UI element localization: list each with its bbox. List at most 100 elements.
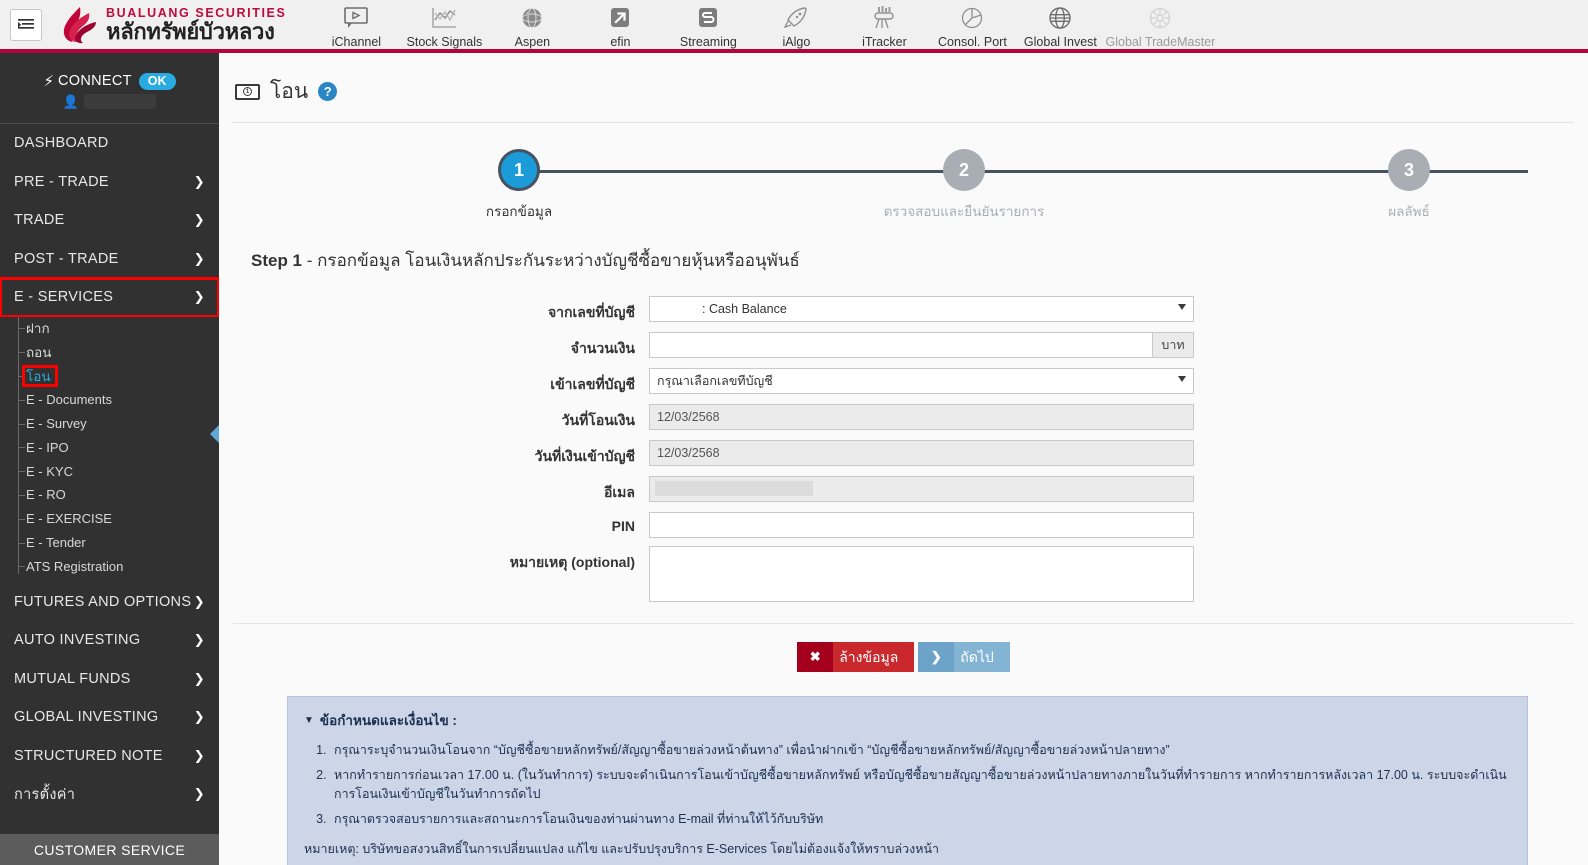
app-efin[interactable]: efin (576, 1, 664, 49)
header-divider (233, 122, 1574, 123)
hamburger-icon (18, 18, 34, 32)
app-label: Streaming (679, 34, 737, 49)
stepper-step-2[interactable]: 2 ตรวจสอบและยืนยันรายการ (884, 149, 1044, 222)
sidebar-item-futures-and-options[interactable]: FUTURES AND OPTIONS ❯ (0, 582, 219, 621)
stepper-step-3[interactable]: 3 ผลลัพธ์ (1359, 149, 1459, 222)
app-consol-port[interactable]: Consol. Port (928, 1, 1016, 49)
from-account-select[interactable]: : Cash Balance (649, 296, 1194, 322)
app-stock-signals[interactable]: Stock Signals (400, 1, 488, 49)
progress-stepper: 1 กรอกข้อมูล 2 ตรวจสอบและยืนยันรายการ 3 … (279, 149, 1528, 225)
sidebar-item-post-trade[interactable]: POST - TRADE ❯ (0, 240, 219, 279)
next-button[interactable]: ❯ ถัดไป (918, 642, 1010, 672)
email-redacted-bar (655, 481, 813, 496)
sidebar-item-dashboard[interactable]: DASHBOARD (0, 124, 219, 163)
menu-toggle-button[interactable] (10, 8, 42, 41)
field-label: PIN (611, 518, 635, 534)
form-heading: Step 1 - กรอกข้อมูล โอนเงินหลักประกันระห… (251, 247, 1588, 274)
app-ichannel[interactable]: iChannel (312, 1, 400, 49)
sidebar-subitem-withdraw[interactable]: ถอน (0, 340, 219, 364)
note-textarea[interactable] (649, 546, 1194, 602)
sidebar-subitem-ats-registration[interactable]: ATS Registration (0, 554, 219, 578)
close-x-icon: ✖ (797, 642, 834, 672)
field-label: วันที่เงินเข้าบัญชี (534, 448, 635, 464)
pin-input[interactable] (649, 512, 1194, 538)
sidebar-subitem-deposit[interactable]: ฝาก (0, 317, 219, 341)
bolt-icon: ⚡ (43, 72, 54, 90)
chevron-right-icon: ❯ (193, 593, 205, 609)
stepper-number: 3 (1388, 149, 1430, 191)
active-page-pointer-icon (210, 425, 219, 443)
sidebar-item-auto-investing[interactable]: AUTO INVESTING ❯ (0, 621, 219, 660)
arrow-box-icon (607, 3, 633, 33)
form-row-email: อีเมล (219, 476, 1588, 504)
app-global-trademaster[interactable]: Global TradeMaster (1104, 1, 1216, 49)
app-label: efin (610, 34, 631, 49)
sidebar-subitem-e-tender[interactable]: E - Tender (0, 531, 219, 555)
sidebar: ⚡ CONNECT OK 👤 DASHBOARD PRE - TRADE ❯ T… (0, 53, 219, 865)
sidebar-subitem-label: E - Documents (26, 392, 112, 408)
app-label: Consol. Port (938, 34, 1007, 49)
app-label: Global Invest (1023, 34, 1097, 49)
sidebar-subitem-label: โอน (26, 368, 51, 384)
app-itracker[interactable]: iTracker (840, 1, 928, 49)
field-label: เข้าเลขที่บัญชี (550, 376, 635, 392)
sidebar-item-mutual-funds[interactable]: MUTUAL FUNDS ❯ (0, 659, 219, 698)
sidebar-item-label: AUTO INVESTING (14, 632, 141, 649)
sidebar-item-label: DASHBOARD (14, 135, 109, 152)
app-aspen[interactable]: Aspen (488, 1, 576, 49)
sidebar-item-e-services[interactable]: E - SERVICES ❯ (0, 277, 219, 318)
sidebar-subitem-e-kyc[interactable]: E - KYC (0, 459, 219, 483)
sidebar-subitem-transfer[interactable]: โอน (0, 364, 219, 388)
sidebar-item-pre-trade[interactable]: PRE - TRADE ❯ (0, 163, 219, 202)
sidebar-subitem-label: E - EXERCISE (26, 511, 112, 527)
to-account-select[interactable]: กรุณาเลือกเลขที่บัญชี (649, 368, 1194, 394)
line-chart-icon (430, 3, 458, 33)
amount-input[interactable] (649, 332, 1152, 358)
sidebar-subitem-e-ipo[interactable]: E - IPO (0, 435, 219, 459)
form-row-to-account: เข้าเลขที่บัญชี กรุณาเลือกเลขที่บัญชี (219, 368, 1588, 396)
stepper-number: 2 (943, 149, 985, 191)
clear-button[interactable]: ✖ ล้างข้อมูล (797, 642, 915, 672)
form-row-transfer-date: วันที่โอนเงิน (219, 404, 1588, 432)
stepper-step-1[interactable]: 1 กรอกข้อมูล (469, 149, 569, 222)
brand-logo[interactable]: BUALUANG SECURITIES หลักทรัพย์บัวหลวง (56, 5, 286, 45)
sidebar-subitem-e-documents[interactable]: E - Documents (0, 388, 219, 412)
user-row: 👤 (62, 93, 157, 110)
sidebar-item-trade[interactable]: TRADE ❯ (0, 201, 219, 240)
globe-grid-icon (1047, 3, 1073, 33)
terms-toggle[interactable]: ▼ ข้อกำหนดและเงื่อนไข : (304, 709, 1511, 731)
sidebar-subitem-e-survey[interactable]: E - Survey (0, 412, 219, 436)
sidebar-subitem-label: E - IPO (26, 439, 69, 455)
app-global-invest[interactable]: Global Invest (1016, 1, 1104, 49)
sidebar-item-settings[interactable]: การตั้งค่า ❯ (0, 775, 219, 814)
sidebar-item-label: POST - TRADE (14, 250, 119, 267)
chevron-right-icon: ❯ (193, 786, 205, 802)
video-screen-icon (343, 3, 369, 33)
bualuang-lotus-icon (56, 5, 98, 45)
sidebar-item-structured-note[interactable]: STRUCTURED NOTE ❯ (0, 736, 219, 775)
user-icon: 👤 (62, 93, 80, 109)
customer-service-label: CUSTOMER SERVICE (33, 841, 186, 858)
chevron-right-icon: ❯ (193, 709, 205, 725)
form-row-from-account: จากเลขที่บัญชี : Cash Balance (219, 296, 1588, 324)
chevron-right-icon: ❯ (193, 250, 205, 266)
clear-button-label: ล้างข้อมูล (839, 649, 899, 665)
customer-service-button[interactable]: CUSTOMER SERVICE (0, 834, 219, 865)
terms-list: กรุณาระบุจำนวนเงินโอนจาก “บัญชีซื้อขายหล… (330, 741, 1511, 829)
terms-list-item: หากทำรายการก่อนเวลา 17.00 น. (ในวันทำการ… (330, 766, 1511, 804)
form-actions: ✖ ล้างข้อมูล ❯ ถัดไป (219, 642, 1588, 672)
sidebar-subitem-e-exercise[interactable]: E - EXERCISE (0, 507, 219, 531)
app-label: iChannel (331, 34, 382, 49)
field-label: จากเลขที่บัญชี (547, 304, 635, 320)
app-label: iAlgo (782, 34, 811, 49)
app-streaming[interactable]: Streaming (664, 1, 752, 49)
sidebar-subitem-e-ro[interactable]: E - RO (0, 483, 219, 507)
app-label: Global TradeMaster (1105, 34, 1216, 49)
sidebar-item-global-investing[interactable]: GLOBAL INVESTING ❯ (0, 698, 219, 737)
app-label: iTracker (862, 34, 907, 49)
help-circle-icon[interactable]: ? (318, 82, 338, 101)
app-ialgo[interactable]: iAlgo (752, 1, 840, 49)
telescope-icon (870, 3, 898, 33)
sidebar-item-label: การตั้งค่า (14, 786, 76, 803)
stepper-caption: กรอกข้อมูล (485, 204, 553, 219)
